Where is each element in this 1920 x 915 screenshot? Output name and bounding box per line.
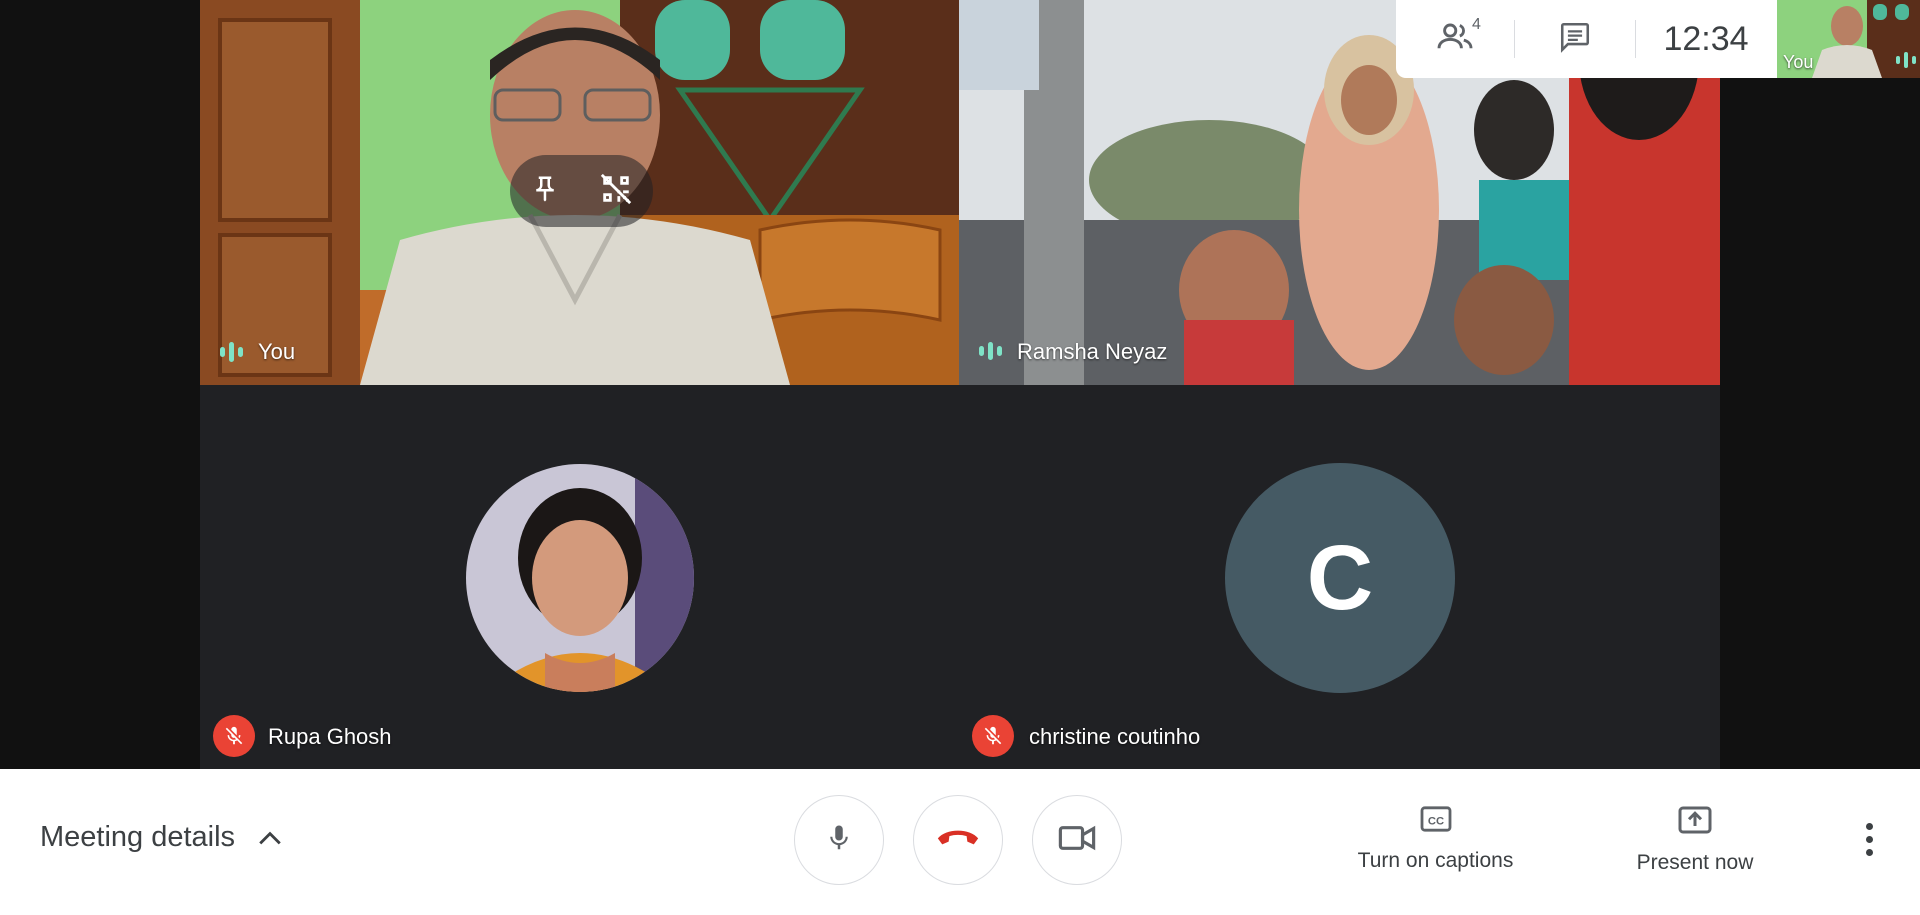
chat-icon — [1557, 20, 1593, 59]
meeting-info-bar: 4 12:34 — [1396, 0, 1777, 78]
right-margin — [1720, 0, 1920, 769]
control-bar: Meeting details CC Turn on captions Pres… — [0, 769, 1920, 915]
avatar: C — [1225, 463, 1455, 693]
microphone-icon — [824, 820, 854, 861]
participant-count: 4 — [1472, 16, 1481, 33]
mic-off-icon — [972, 715, 1014, 757]
participant-name: You — [258, 339, 296, 364]
speaking-indicator-icon — [1896, 52, 1916, 68]
chat-button[interactable] — [1515, 0, 1635, 78]
avatar-initial: C — [1306, 526, 1374, 629]
video-grid: You Ramsha Neyaz Rupa Ghosh C christine … — [0, 0, 1920, 769]
meeting-details-button[interactable]: Meeting details — [40, 821, 283, 854]
participant-tile-rupa[interactable]: Rupa Ghosh — [200, 385, 959, 769]
people-icon — [1435, 21, 1475, 58]
meeting-clock: 12:34 — [1663, 19, 1749, 58]
participant-name: christine coutinho — [1029, 724, 1201, 749]
leave-call-button[interactable] — [913, 795, 1003, 885]
participant-name: Rupa Ghosh — [268, 724, 392, 749]
present-now-button[interactable]: Present now — [1620, 805, 1770, 875]
speaking-indicator-icon — [979, 342, 1002, 360]
pin-icon[interactable] — [530, 172, 560, 211]
captions-label: Turn on captions — [1357, 849, 1514, 872]
camera-button[interactable] — [1032, 795, 1122, 885]
avatar — [466, 464, 694, 692]
participant-name: Ramsha Neyaz — [1017, 339, 1168, 364]
mic-off-icon — [213, 715, 255, 757]
people-button[interactable]: 4 — [1396, 0, 1514, 78]
meeting-details-label: Meeting details — [40, 821, 236, 853]
left-margin — [0, 0, 200, 769]
speaking-indicator-icon — [220, 342, 243, 362]
chevron-up-icon — [257, 829, 283, 847]
present-label: Present now — [1636, 851, 1754, 874]
camera-icon — [1058, 823, 1096, 858]
self-video-tile[interactable]: You — [200, 0, 959, 385]
more-vert-icon — [1865, 819, 1873, 856]
svg-text:CC: CC — [1427, 816, 1443, 828]
present-screen-icon — [1676, 805, 1714, 851]
microphone-button[interactable] — [794, 795, 884, 885]
self-view-label: You — [1783, 52, 1814, 72]
self-view-thumbnail[interactable]: You — [1777, 0, 1920, 78]
participant-tile-christine[interactable]: C christine coutinho — [959, 385, 1720, 769]
captions-button[interactable]: CC Turn on captions — [1348, 805, 1523, 873]
tile-hover-controls — [510, 155, 653, 227]
remove-tile-icon[interactable] — [599, 172, 633, 211]
closed-captions-icon: CC — [1419, 805, 1453, 849]
hang-up-icon — [936, 826, 980, 855]
more-options-button[interactable] — [1851, 819, 1887, 865]
